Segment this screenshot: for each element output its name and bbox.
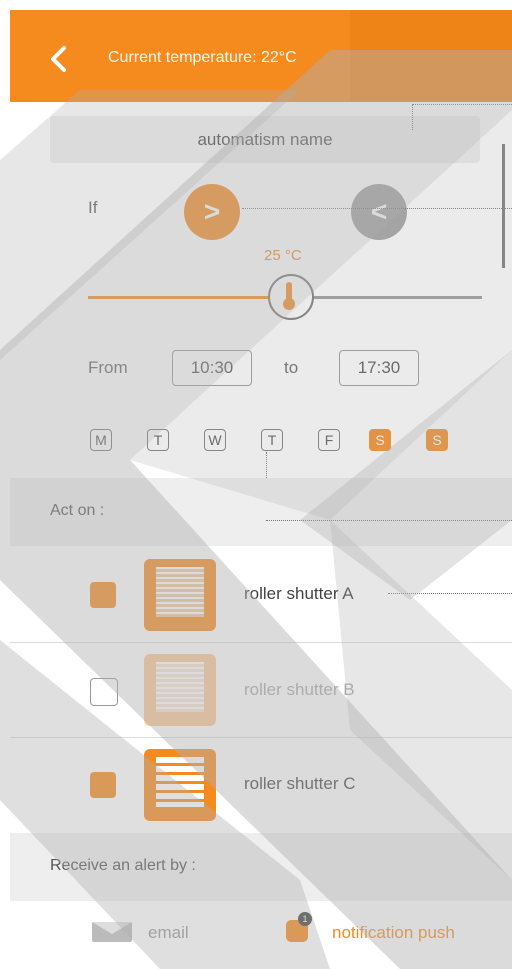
back-icon[interactable] — [44, 44, 74, 74]
callout-line — [242, 208, 512, 209]
day-wednesday[interactable]: W — [204, 429, 226, 451]
day-friday[interactable]: F — [318, 429, 340, 451]
device-c-label: roller shutter C — [244, 774, 356, 793]
device-c-checkbox[interactable] — [90, 772, 116, 798]
callout-line — [412, 104, 413, 130]
roller-shutter-icon — [144, 559, 216, 631]
device-b-label: roller shutter B — [244, 680, 355, 699]
day-saturday[interactable]: S — [369, 429, 391, 451]
callout-line — [388, 593, 512, 594]
threshold-value: 25 °C — [264, 247, 302, 264]
greater-than-button[interactable]: > — [184, 184, 240, 240]
roller-shutter-open-icon — [144, 749, 216, 821]
page-title: Current temperature: 22°C — [108, 49, 297, 66]
header-shade — [350, 10, 512, 102]
automation-name-field[interactable]: automatism name — [50, 116, 480, 163]
act-on-heading: Act on : — [50, 502, 105, 519]
scrollbar[interactable] — [502, 144, 505, 268]
less-than-button[interactable]: < — [351, 184, 407, 240]
slider-track-filled — [88, 296, 292, 299]
day-thursday[interactable]: T — [261, 429, 283, 451]
alert-section-header: Receive an alert by : — [10, 833, 512, 901]
callout-line — [412, 104, 512, 105]
to-label: to — [284, 358, 299, 377]
callout-line — [266, 520, 512, 521]
slider-track-empty — [292, 296, 482, 299]
from-label: From — [88, 358, 128, 377]
act-on-section-header: Act on : — [10, 478, 512, 546]
to-time-field[interactable]: 17:30 — [339, 350, 419, 386]
push-option-label[interactable]: notification push — [332, 923, 455, 943]
day-tuesday[interactable]: T — [147, 429, 169, 451]
from-time-field[interactable]: 10:30 — [172, 350, 252, 386]
device-a-label: roller shutter A — [244, 584, 354, 603]
email-icon-flap — [92, 922, 132, 934]
thermometer-bulb — [283, 298, 295, 310]
device-a-checkbox[interactable] — [90, 582, 116, 608]
device-b-checkbox[interactable] — [90, 678, 118, 706]
day-monday[interactable]: M — [90, 429, 112, 451]
email-option-label[interactable]: email — [148, 923, 189, 943]
day-sunday[interactable]: S — [426, 429, 448, 451]
notification-badge: 1 — [298, 912, 312, 926]
alert-heading: Receive an alert by : — [50, 857, 196, 874]
roller-shutter-icon — [144, 654, 216, 726]
if-label: If — [88, 198, 98, 217]
